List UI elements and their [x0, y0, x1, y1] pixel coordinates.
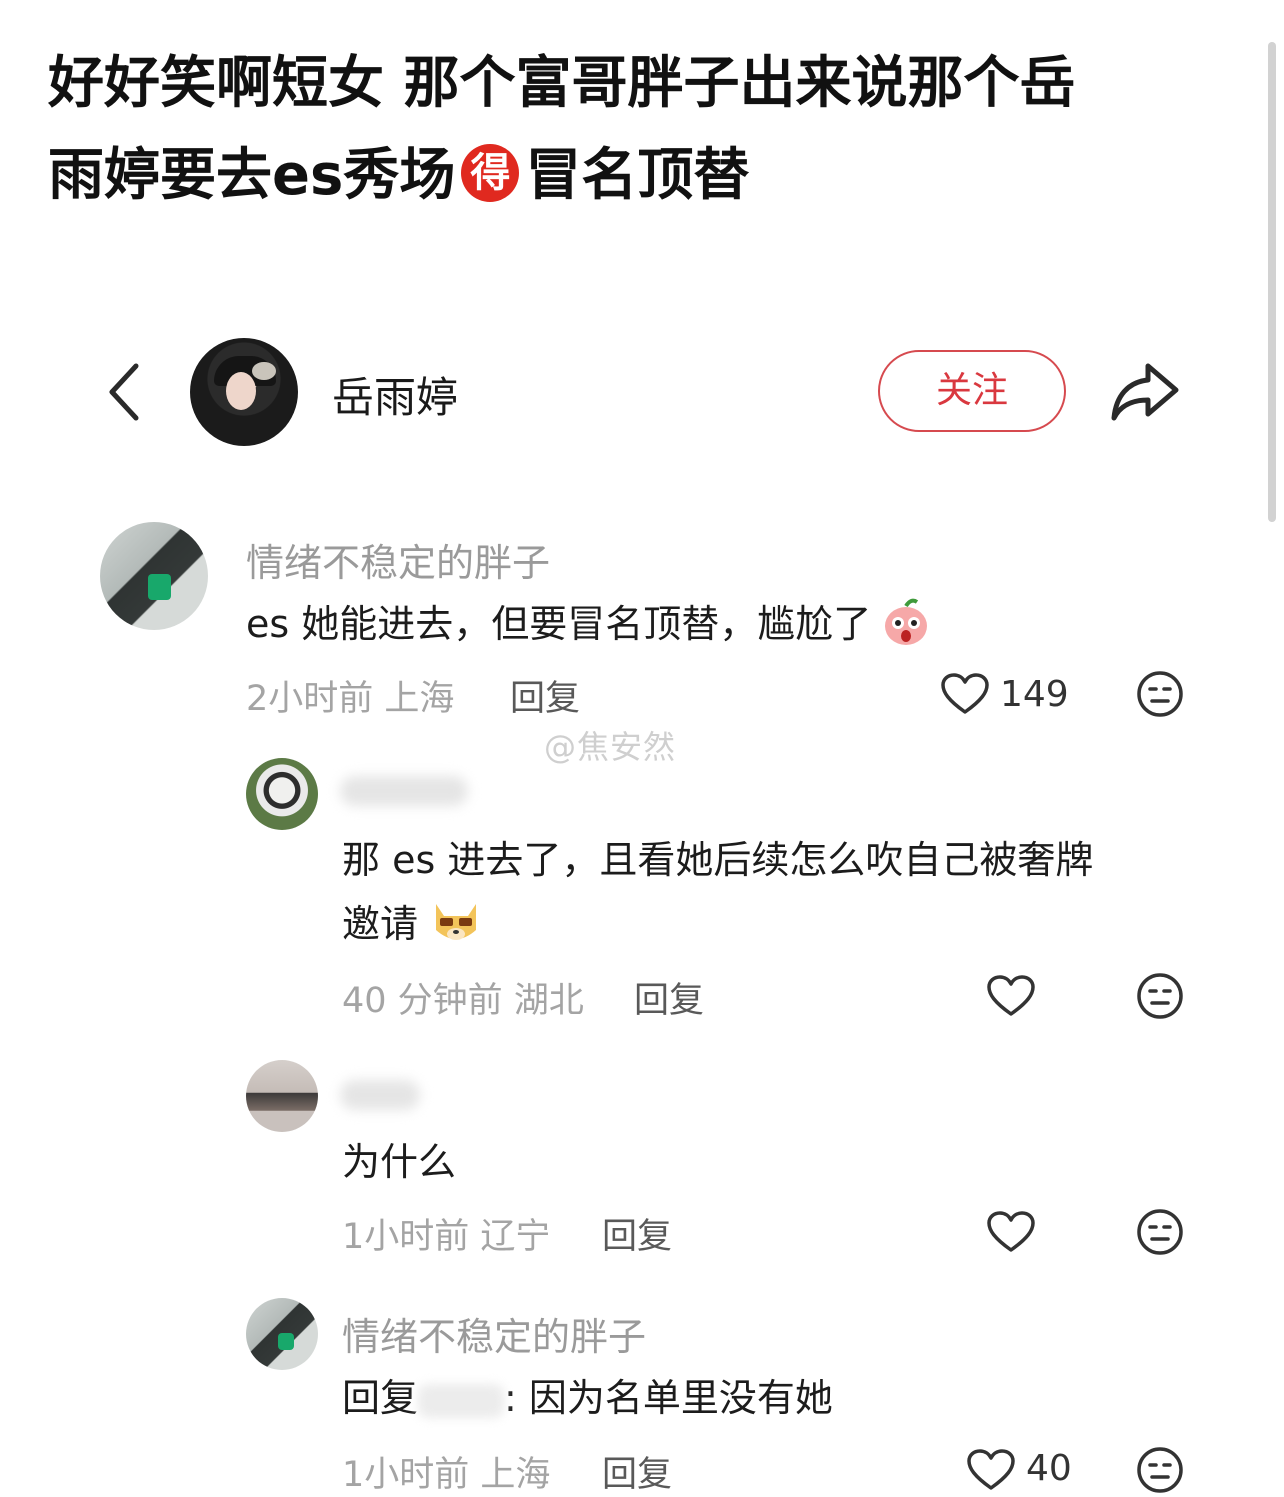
back-button[interactable] — [100, 360, 156, 424]
follow-button[interactable]: 关注 — [878, 350, 1066, 432]
share-arrow-icon — [1111, 363, 1179, 421]
heart-icon[interactable] — [986, 1210, 1036, 1254]
comment-location: 辽宁 — [480, 1217, 551, 1257]
caption-line-2-prefix: 雨婷要去es秀场 — [48, 143, 456, 208]
post-caption: 好好笑啊短女 那个富哥胖子出来说那个岳 雨婷要去es秀场得冒名顶替 — [48, 38, 1228, 222]
caption-line-1: 好好笑啊短女 那个富哥胖子出来说那个岳 — [48, 51, 1076, 116]
meh-face-icon[interactable] — [1136, 670, 1184, 718]
meh-face-icon[interactable] — [1136, 972, 1184, 1020]
meh-face-icon[interactable] — [1136, 1208, 1184, 1256]
like-count: 149 — [1000, 674, 1069, 715]
commenter-avatar[interactable] — [246, 1298, 318, 1370]
caption-line-2: 雨婷要去es秀场得冒名顶替 — [48, 130, 1228, 222]
scrollbar[interactable] — [1268, 42, 1276, 522]
heart-icon[interactable] — [966, 1448, 1016, 1492]
reply-button[interactable]: 回复 — [634, 972, 704, 1023]
comment-time: 1小时前 — [342, 1217, 470, 1257]
watermark: @焦安然 — [544, 728, 677, 766]
comment-time: 40 分钟前 — [342, 981, 503, 1021]
commenter-avatar[interactable] — [246, 1060, 318, 1132]
username[interactable]: 岳雨婷 — [332, 364, 458, 425]
comment-text-body: es 她能进去，但要冒名顶替，尴尬了 — [246, 602, 872, 646]
peach-surprised-emoji-icon — [885, 598, 928, 645]
comment-meta: 1小时前 辽宁 — [342, 1208, 550, 1259]
comment-text-line2: 邀请 — [342, 902, 419, 946]
comment-time: 2小时前 — [246, 679, 374, 719]
comment-text-body: : 因为名单里没有她 — [504, 1376, 833, 1420]
heart-icon[interactable] — [940, 672, 990, 716]
comment-location: 湖北 — [513, 981, 584, 1021]
comment-text: 回复 : 因为名单里没有她 — [342, 1366, 833, 1430]
meh-face-icon[interactable] — [1136, 1446, 1184, 1494]
dog-face-emoji-icon — [436, 903, 477, 940]
reply-prefix: 回复 — [342, 1376, 419, 1420]
chevron-left-icon — [109, 363, 139, 421]
comment-meta: 1小时前 上海 — [342, 1446, 550, 1497]
user-avatar[interactable] — [190, 338, 298, 446]
de-badge-icon: 得 — [461, 143, 520, 202]
comment-text-line: 那 es 进去了，且看她后续怎么吹自己被奢牌 — [342, 838, 1094, 882]
commenter-name[interactable]: 情绪不稳定的胖子 — [342, 1306, 646, 1361]
reply-button[interactable]: 回复 — [602, 1446, 672, 1497]
comment-meta: 2小时前 上海 — [246, 670, 454, 721]
comment-location: 上海 — [480, 1455, 551, 1495]
commenter-avatar[interactable] — [100, 522, 208, 630]
comment-text: 那 es 进去了，且看她后续怎么吹自己被奢牌 邀请 — [342, 828, 1093, 956]
like-count: 40 — [1026, 1448, 1072, 1489]
comment-time: 1小时前 — [342, 1455, 470, 1495]
comment-text: es 她能进去，但要冒名顶替，尴尬了 — [246, 592, 929, 656]
share-button[interactable] — [1108, 358, 1182, 424]
comment-text: 为什么 — [342, 1140, 457, 1184]
comment-location: 上海 — [384, 679, 455, 719]
reply-button[interactable]: 回复 — [602, 1208, 672, 1259]
blurred-username — [340, 776, 468, 806]
caption-line-2-suffix: 冒名顶替 — [525, 143, 750, 208]
comment-meta: 40 分钟前 湖北 — [342, 972, 584, 1023]
comment-text-line: 邀请 — [342, 892, 1093, 956]
reply-button[interactable]: 回复 — [510, 670, 580, 721]
commenter-name[interactable]: 情绪不稳定的胖子 — [246, 532, 550, 587]
heart-icon[interactable] — [986, 974, 1036, 1018]
commenter-avatar[interactable] — [246, 758, 318, 830]
blurred-reply-target — [418, 1383, 505, 1418]
blurred-username — [340, 1080, 420, 1110]
